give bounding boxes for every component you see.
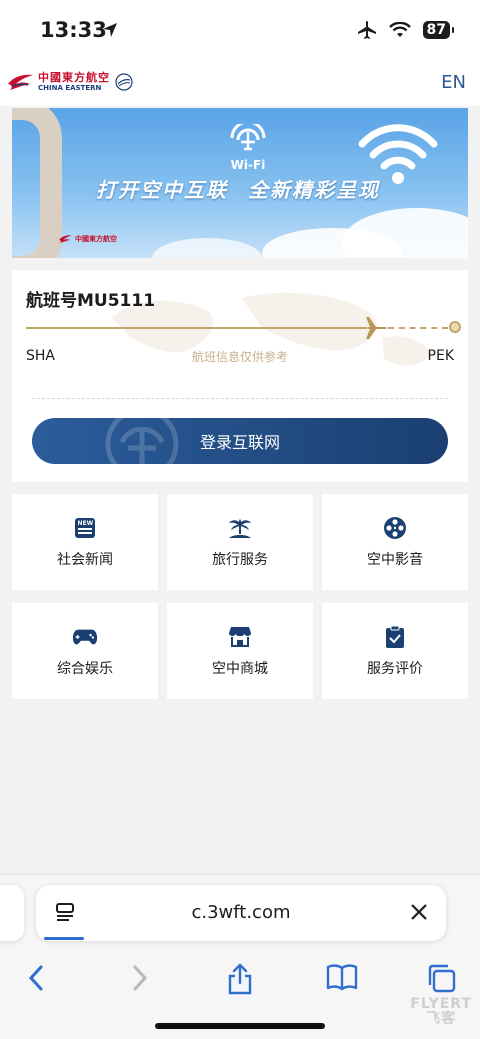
news-icon: NEW [75, 518, 95, 538]
battery-indicator: 87 [422, 21, 455, 39]
store-icon [229, 627, 251, 647]
service-tile-review[interactable]: 服务评价 [322, 603, 468, 699]
island-icon [229, 519, 251, 538]
previous-tab-card[interactable] [0, 885, 24, 941]
svg-text:NEW: NEW [78, 520, 94, 527]
destination-dot [449, 321, 461, 333]
cloud [152, 238, 262, 258]
banner-slogan: 打开空中互联 全新精彩呈现 [96, 174, 380, 203]
slogan-left: 打开空中互联 [96, 178, 228, 202]
card-divider [32, 398, 448, 399]
mini-brand-text: 中國東方航空 [75, 235, 117, 243]
forward-icon[interactable] [130, 963, 150, 993]
tabs-icon[interactable] [426, 963, 458, 993]
brand-name-en: CHINA EASTERN [38, 84, 102, 92]
service-tile-travel[interactable]: 旅行服务 [167, 494, 313, 590]
browser-toolbar-area: c.3wft.com FLYERT 飞客 [0, 874, 480, 1039]
china-eastern-logo[interactable]: 中國東方航空 CHINA EASTERN [6, 72, 134, 92]
browser-toolbar [0, 955, 480, 1003]
skyteam-emblem-icon [115, 73, 133, 91]
swallow-logo-icon [8, 74, 33, 90]
flight-number: 航班号MU5111 [26, 291, 156, 311]
airplane-wifi-icon [230, 120, 266, 151]
clipboard-check-icon [386, 625, 404, 648]
bookmarks-icon[interactable] [326, 963, 358, 991]
airplane-window [12, 108, 62, 258]
swallow-logo-icon [59, 235, 72, 243]
wifi-banner[interactable]: Wi-Fi 打开空中互联 全新精彩呈现 中國東方航空 [12, 108, 468, 258]
route-progress-line [26, 327, 366, 329]
service-tile-mall[interactable]: 空中商城 [167, 603, 313, 699]
service-label: 空中影音 [367, 552, 423, 568]
share-icon[interactable] [226, 963, 254, 995]
brand-name-cn: 中國東方航空 [38, 71, 110, 84]
gamepad-icon [72, 629, 98, 645]
login-internet-button[interactable]: 登录互联网 [32, 418, 448, 464]
service-tile-media[interactable]: 空中影音 [322, 494, 468, 590]
location-arrow-icon [103, 23, 117, 37]
film-reel-icon [384, 517, 406, 539]
address-bar[interactable]: c.3wft.com [36, 885, 446, 941]
login-label: 登录互联网 [199, 435, 280, 452]
service-tile-news[interactable]: NEW 社会新闻 [12, 494, 158, 590]
service-label: 空中商城 [212, 661, 268, 677]
service-grid: NEW 社会新闻 旅行服务 空中影音 综合娱乐 空中商城 服务评价 [12, 494, 468, 699]
destination-code: PEK [427, 348, 454, 364]
wifi-icon [388, 22, 411, 37]
banner-mini-logo: 中國東方航空 [58, 234, 117, 244]
route-remaining-line [388, 327, 448, 329]
wifi-label: Wi-Fi [230, 158, 266, 172]
flight-info-card: 航班号MU5111 SHA 航班信息仅供参考 PEK 登录互联网 [12, 270, 468, 482]
airplane-mode-icon [357, 21, 376, 39]
status-time: 13:33 [40, 18, 107, 42]
back-icon[interactable] [26, 963, 46, 993]
home-indicator[interactable] [155, 1023, 325, 1029]
service-label: 服务评价 [367, 661, 423, 677]
service-label: 社会新闻 [57, 552, 113, 568]
cloud [342, 208, 468, 258]
flyert-watermark: FLYERT 飞客 [410, 996, 472, 1028]
airplane-wifi-watermark-icon [105, 418, 179, 464]
status-bar: 13:33 87 [0, 0, 480, 62]
airplane-icon [362, 317, 387, 339]
service-tile-entertainment[interactable]: 综合娱乐 [12, 603, 158, 699]
language-toggle[interactable]: EN [441, 72, 466, 93]
service-label: 旅行服务 [212, 552, 268, 568]
url-text[interactable]: c.3wft.com [36, 902, 446, 923]
flight-info-note: 航班信息仅供参考 [191, 350, 288, 364]
wifi-badge: Wi-Fi [226, 120, 270, 172]
close-icon[interactable] [408, 901, 430, 923]
large-wifi-icon [358, 124, 438, 184]
app-header: 中國東方航空 CHINA EASTERN EN [0, 62, 480, 106]
reader-underline [44, 937, 84, 940]
service-label: 综合娱乐 [57, 661, 113, 677]
